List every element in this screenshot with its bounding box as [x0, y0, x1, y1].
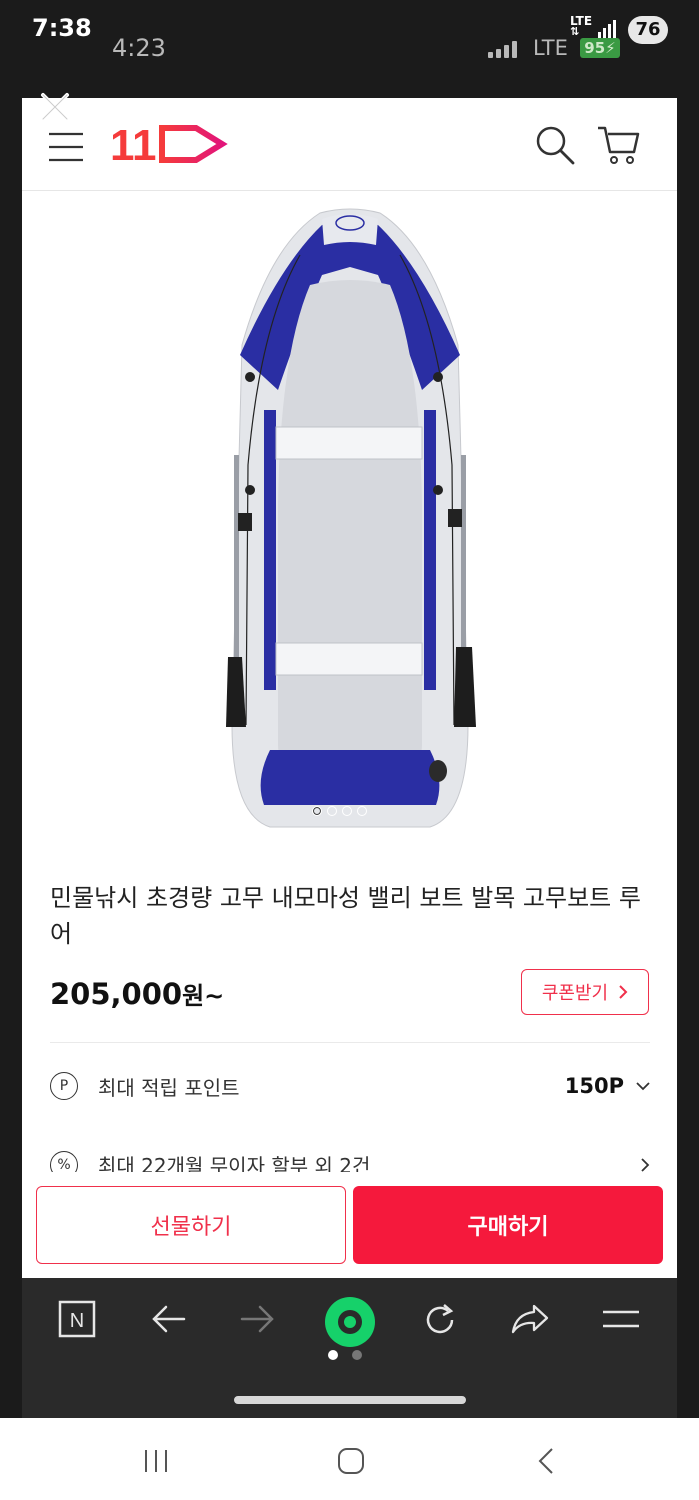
device-frame-left: [0, 98, 22, 1418]
recent-apps-icon[interactable]: [142, 1448, 170, 1474]
price-unit: 원~: [182, 982, 225, 1010]
app-header: 11: [22, 93, 677, 191]
buy-button[interactable]: 구매하기: [353, 1186, 663, 1264]
close-icon[interactable]: [38, 90, 72, 124]
points-value-group: 150P: [565, 1074, 650, 1098]
page-dot: [352, 1350, 362, 1360]
points-value: 150P: [564, 1074, 624, 1098]
installment-row[interactable]: % 최대 22개월 무이자 할부 외 2건: [50, 1148, 650, 1172]
system-back-icon[interactable]: [536, 1446, 556, 1476]
percent-icon: %: [50, 1150, 78, 1172]
search-icon[interactable]: [534, 124, 576, 166]
cart-icon[interactable]: [596, 124, 642, 166]
naver-n-icon[interactable]: N: [58, 1300, 96, 1338]
purchase-action-bar: 선물하기 구매하기: [22, 1172, 677, 1278]
price-value: 205,000: [50, 977, 183, 1011]
svg-text:11: 11: [110, 122, 157, 166]
carousel-dot[interactable]: [357, 806, 367, 816]
back-arrow-icon[interactable]: [150, 1304, 186, 1334]
menu-lines-icon[interactable]: [602, 1308, 640, 1332]
outer-status-bar: 7:38 LTE ⇅ 76 4:23 LTE 95⚡: [0, 0, 699, 98]
product-image[interactable]: [200, 205, 500, 835]
inner-network-type: LTE: [533, 36, 568, 60]
chevron-right-icon: [619, 985, 628, 999]
installment-label: 최대 22개월 무이자 할부 외 2건: [98, 1154, 371, 1172]
divider: [50, 1042, 650, 1043]
gesture-home-bar[interactable]: [234, 1396, 466, 1404]
refresh-icon[interactable]: [422, 1302, 458, 1338]
browser-toolbar: N: [22, 1278, 677, 1418]
product-title: 민물낚시 초경량 고무 내모마성 밸리 보트 발목 고무보트 루어: [50, 884, 641, 948]
inner-signal-icon: [488, 41, 517, 58]
chevron-down-icon: [636, 1081, 650, 1090]
points-label: 최대 적립 포인트: [98, 1075, 240, 1100]
inner-battery-icon: 95⚡: [580, 38, 620, 58]
forward-arrow-icon[interactable]: [240, 1304, 276, 1334]
product-price: 205,000원~: [50, 976, 224, 1011]
coupon-label: 쿠폰받기: [541, 983, 609, 1004]
device-frame-right: [677, 98, 699, 1418]
outer-network-type: LTE ⇅: [570, 14, 593, 38]
carousel-dot[interactable]: [327, 806, 337, 816]
green-dot-home-icon[interactable]: [324, 1296, 376, 1348]
chevron-right-icon: [641, 1157, 650, 1172]
brand-logo[interactable]: 11: [110, 121, 230, 170]
tab-page-indicator: [328, 1350, 362, 1360]
home-button-icon[interactable]: [336, 1446, 366, 1476]
point-icon: P: [50, 1072, 78, 1100]
hamburger-menu-icon[interactable]: [48, 132, 84, 162]
image-carousel-indicator[interactable]: [312, 806, 367, 816]
points-row[interactable]: P 최대 적립 포인트 150P: [50, 1066, 650, 1106]
coupon-button[interactable]: 쿠폰받기: [521, 969, 649, 1015]
outer-clock: 7:38: [32, 14, 92, 42]
outer-battery-badge: 76: [628, 16, 668, 44]
share-icon[interactable]: [510, 1302, 550, 1336]
carousel-dot[interactable]: [342, 806, 352, 816]
svg-text:N: N: [70, 1310, 84, 1332]
inner-clock: 4:23: [112, 34, 166, 62]
outer-signal-icon: [598, 20, 616, 38]
eleven-street-logo-icon: 11: [110, 121, 228, 170]
page-dot: [328, 1350, 338, 1360]
gift-button[interactable]: 선물하기: [36, 1186, 346, 1264]
system-navigation-bar: [0, 1418, 699, 1500]
carousel-dot[interactable]: [312, 806, 322, 816]
